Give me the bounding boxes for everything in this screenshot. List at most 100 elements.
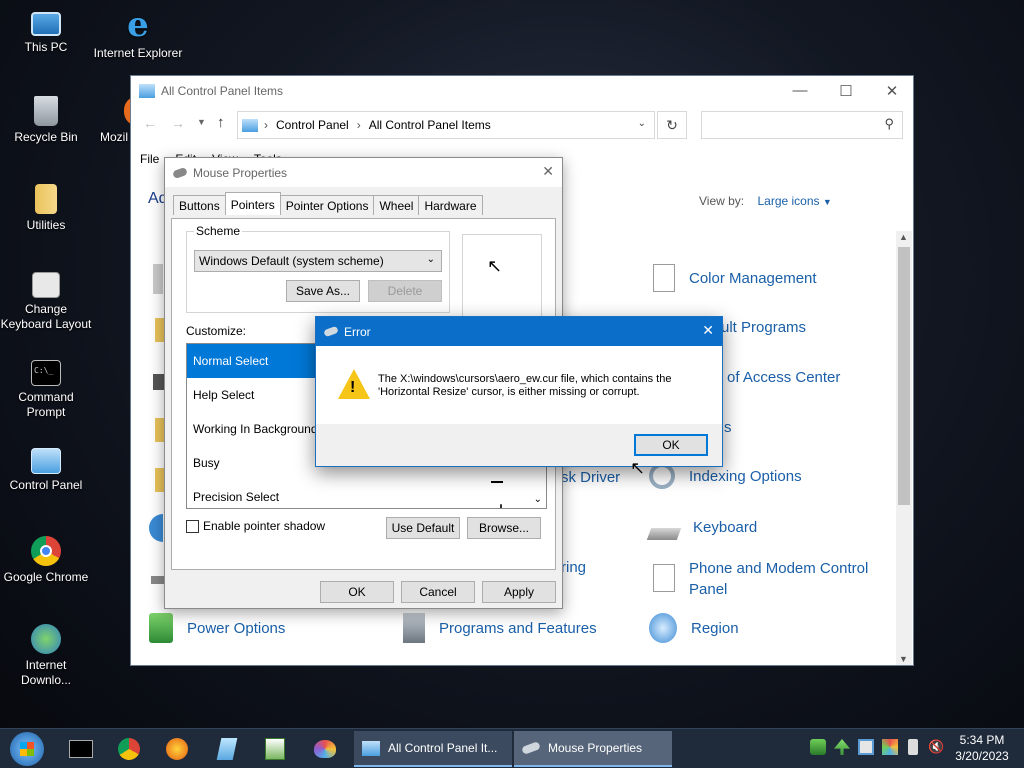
taskbar-cmd[interactable] [66, 735, 96, 763]
tab-pointer-options[interactable]: Pointer Options [279, 195, 375, 215]
apply-button[interactable]: Apply [482, 581, 556, 603]
keyboard-icon [646, 528, 682, 540]
cp-item-programs-and-features[interactable]: Programs and Features [403, 613, 597, 643]
clock[interactable]: 5:34 PM 3/20/2023 [950, 732, 1014, 764]
cp-item-power-options[interactable]: Power Options [149, 613, 285, 643]
start-button[interactable] [10, 732, 44, 766]
taskbar-chrome[interactable] [114, 735, 144, 763]
use-default-button[interactable]: Use Default [386, 517, 460, 539]
refresh-icon[interactable]: ↻ [657, 111, 687, 139]
ok-button[interactable]: OK [320, 581, 394, 603]
desktop-icon-recycle-bin[interactable]: Recycle Bin [0, 96, 92, 145]
chrome-icon [31, 536, 61, 566]
scrollbar-thumb[interactable] [898, 247, 910, 505]
view-by-dropdown[interactable]: Large icons ▼ [757, 194, 831, 208]
cp-item-phone-and-modem[interactable]: Phone and Modem Control Panel [653, 558, 889, 600]
taskbar-app-paint[interactable] [310, 735, 340, 763]
desktop-icon-label: Control Panel [9, 478, 83, 492]
tab-wheel[interactable]: Wheel [373, 195, 420, 215]
taskbar-app-notepad[interactable] [212, 735, 242, 763]
delete-button[interactable]: Delete [368, 280, 442, 302]
address-bar[interactable]: › Control Panel › All Control Panel Item… [237, 111, 655, 139]
view-by-label: View by: [699, 194, 745, 208]
document-icon [653, 264, 675, 292]
back-arrow-icon[interactable]: ← [143, 115, 157, 131]
breadcrumb-all-items[interactable]: All Control Panel Items [369, 118, 491, 132]
browse-button[interactable]: Browse... [467, 517, 541, 539]
desktop-icon-label: Internet Explorer [93, 46, 183, 60]
chevron-down-icon: ⌄ [426, 254, 435, 265]
desktop-icon-firefox[interactable]: Mozil [92, 96, 138, 145]
cp-item-keyboard[interactable]: Keyboard [646, 514, 757, 540]
tab-pointers[interactable]: Pointers [224, 192, 281, 215]
desktop-icon-control-panel[interactable]: Control Panel [0, 448, 92, 493]
recycle-bin-icon [34, 96, 58, 126]
network-tray-icon[interactable] [810, 739, 826, 755]
cp-item-ease-of-access[interactable]: of Access Center [727, 369, 840, 386]
scheme-dropdown[interactable]: Windows Default (system scheme) ⌄ [194, 250, 442, 272]
vertical-scrollbar[interactable]: ▲ ▼ [896, 231, 912, 665]
scheme-label: Scheme [194, 224, 243, 238]
taskbar-window-control-panel[interactable]: All Control Panel It... [354, 731, 512, 767]
tab-buttons[interactable]: Buttons [173, 195, 226, 215]
desktop-icon-internet-explorer[interactable]: e Internet Explorer [92, 8, 184, 61]
cp-item-default-programs[interactable]: ult Programs [721, 319, 806, 336]
cancel-button[interactable]: Cancel [401, 581, 475, 603]
close-button[interactable]: ✕ [869, 76, 915, 105]
close-button[interactable]: ✕ [542, 163, 554, 180]
recent-locations-chevron-icon[interactable]: ▼ [197, 117, 206, 127]
checkbox-box[interactable] [186, 519, 199, 533]
desktop-icon-label: Command Prompt [18, 390, 74, 419]
clock-time: 5:34 PM [959, 733, 1005, 747]
save-as-button[interactable]: Save As... [286, 280, 360, 302]
address-dropdown-chevron-icon[interactable]: ⌄ [638, 118, 646, 129]
display-tray-icon[interactable] [858, 739, 874, 755]
breadcrumb-control-panel[interactable]: Control Panel [276, 118, 349, 132]
volume-muted-icon[interactable]: 🔇 [928, 739, 948, 755]
menu-file[interactable]: File [140, 152, 159, 166]
desktop-icon-command-prompt[interactable]: C:\_ Command Prompt [0, 360, 92, 420]
search-input[interactable]: ⚲ [701, 111, 903, 139]
sync-tray-icon[interactable] [834, 739, 850, 755]
pointer-shadow-checkbox[interactable]: Enable pointer shadow [186, 519, 325, 533]
forward-arrow-icon[interactable]: → [171, 115, 185, 131]
desktop-icon-this-pc[interactable]: This PC [0, 8, 92, 55]
warning-exclamation: ! [350, 379, 356, 396]
scroll-up-arrow-icon[interactable]: ▲ [899, 232, 908, 242]
desktop-icon-google-chrome[interactable]: Google Chrome [0, 536, 92, 585]
taskbar-window-mouse-properties[interactable]: Mouse Properties [514, 731, 672, 767]
list-item[interactable]: Normal Select [187, 344, 317, 378]
idm-icon [31, 624, 61, 654]
desktop-icon-label: This PC [24, 40, 68, 54]
tab-hardware[interactable]: Hardware [418, 195, 483, 215]
scroll-down-arrow-icon[interactable]: ⌄ [534, 494, 542, 505]
title-bar: All Control Panel Items — ☐ ✕ [131, 76, 913, 105]
minimize-button[interactable]: — [777, 76, 823, 105]
color-tray-icon[interactable] [882, 739, 898, 755]
close-button[interactable]: ✕ [702, 322, 714, 339]
cp-item-disk-driver[interactable]: sk Driver [561, 469, 620, 486]
title-bar: Mouse Properties ✕ [165, 158, 562, 187]
desktop-icon-change-keyboard-layout[interactable]: Change Keyboard Layout [0, 272, 92, 332]
breadcrumb-separator-icon: › [356, 118, 361, 132]
desktop-icon-internet-download-manager[interactable]: Internet Downlo... [0, 624, 92, 688]
desktop-icon-utilities[interactable]: Utilities [0, 184, 92, 233]
pointer-arrow-icon: ↖ [487, 256, 503, 276]
taskbar-app-editor[interactable] [260, 735, 290, 763]
error-dialog: Error ✕ ! The X:\windows\cursors\aero_ew… [315, 316, 723, 467]
cp-item-color-management[interactable]: Color Management [653, 264, 817, 292]
taskbar-firefox[interactable] [162, 735, 192, 763]
error-ok-button[interactable]: OK [634, 434, 708, 456]
desktop-icon-label: Recycle Bin [14, 130, 78, 144]
cp-item-networking[interactable]: ring [561, 559, 586, 576]
cp-item-fonts[interactable]: s [724, 419, 732, 436]
maximize-button[interactable]: ☐ [823, 76, 869, 105]
firefox-icon [166, 738, 188, 760]
up-arrow-icon[interactable]: ↑ [217, 114, 225, 131]
window-title: All Control Panel Items [161, 83, 284, 98]
cp-item-region[interactable]: Region [649, 613, 739, 643]
scroll-down-arrow-icon[interactable]: ▼ [899, 654, 908, 664]
usb-tray-icon[interactable] [908, 739, 918, 755]
paint-icon [314, 740, 336, 758]
pc-icon [31, 12, 61, 36]
